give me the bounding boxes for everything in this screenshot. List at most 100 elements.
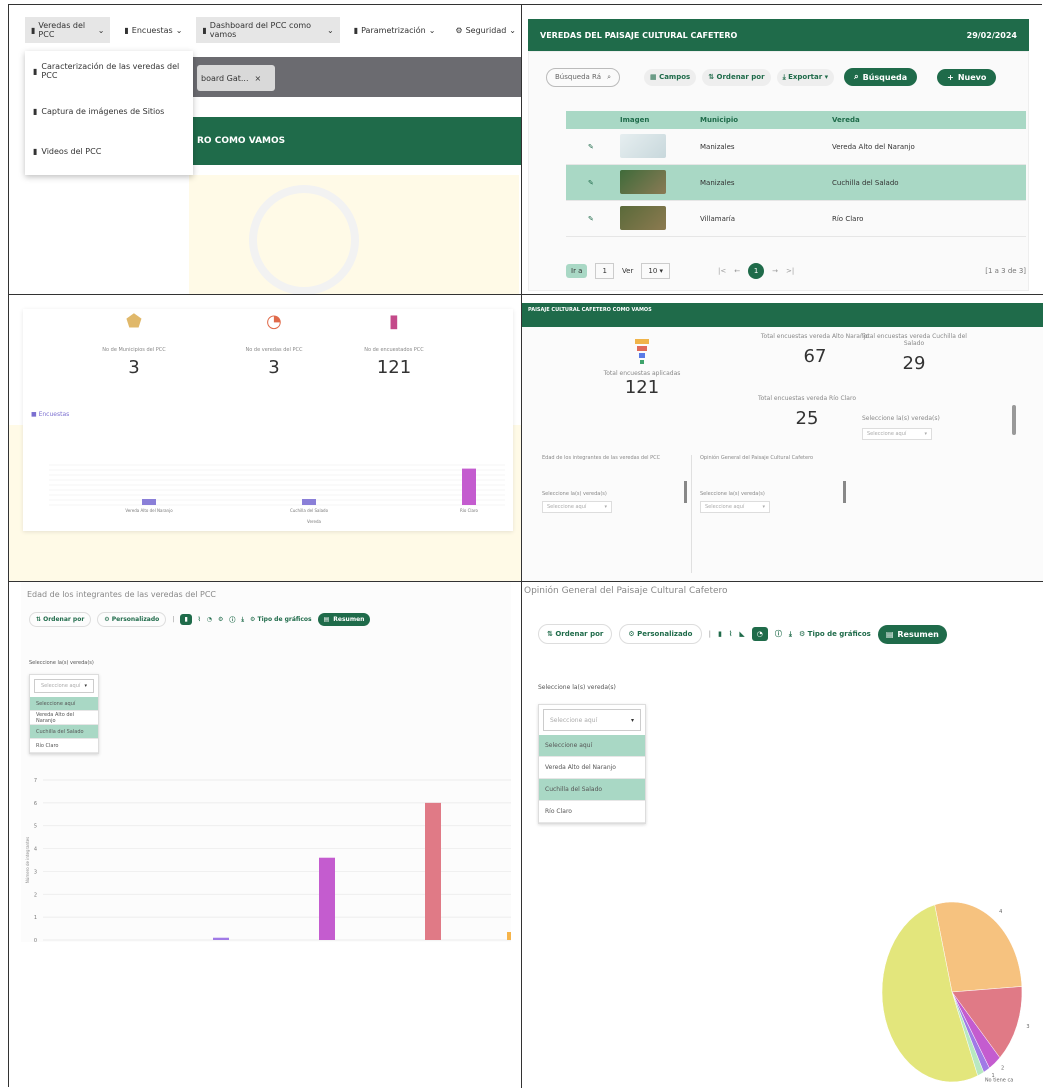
sort-button[interactable]: ⇅ Ordenar por — [29, 612, 92, 627]
chevron-down-icon: ▾ — [604, 504, 607, 510]
pie-chart-icon[interactable]: ◔ — [751, 627, 768, 641]
kpi-value: 121 — [376, 357, 412, 378]
export-button[interactable]: ⤓ Exportar ▾ — [776, 68, 835, 86]
y-tick-label: 7 — [34, 778, 37, 784]
veredas-table: Imagen Municipio Vereda ✎ Manizales Vereda… — [566, 111, 1026, 237]
page-range: [1 a 3 de 3] — [985, 267, 1026, 275]
bar-chart-icon[interactable]: ▮ — [718, 630, 722, 638]
settings-icon[interactable]: ⚙ — [218, 616, 223, 623]
kpi-value: 3 — [128, 357, 140, 378]
download-icon[interactable]: ⤓ — [789, 630, 792, 639]
table-row[interactable]: ✎ Manizales Cuchilla del Salado — [566, 165, 1026, 201]
edit-icon[interactable]: ✎ — [566, 215, 620, 223]
page-size-select[interactable]: 10 ▾ — [641, 263, 671, 279]
scrollbar[interactable] — [1012, 405, 1016, 435]
nav-menu-item[interactable]: ▮ Veredas del PCC ⌄ — [25, 17, 111, 43]
dropdown-option[interactable]: Río Claro — [539, 801, 645, 823]
current-page[interactable]: 1 — [748, 263, 765, 279]
cell-vereda: Río Claro — [832, 214, 864, 223]
new-button[interactable]: + Nuevo — [937, 68, 997, 86]
dropdown-option[interactable]: Vereda Alto del Naranjo — [30, 711, 98, 725]
nav-menu-item[interactable]: ▮ Encuestas ⌄ — [118, 21, 189, 39]
kpi-value: 3 — [268, 357, 280, 378]
goto-page-input[interactable]: 1 — [595, 263, 614, 279]
edit-icon[interactable]: ✎ — [566, 179, 620, 187]
bar-chart-icon[interactable]: ▮ — [180, 614, 192, 625]
row-thumbnail[interactable] — [620, 169, 700, 196]
widget-edad-select[interactable]: Seleccione aquí ▾ — [542, 501, 612, 513]
area-chart-icon[interactable]: ◣ — [739, 630, 744, 638]
nav-menu-item[interactable]: ⚙ Seguridad ⌄ — [449, 21, 521, 39]
kpi-label: No de veredas del PCC — [245, 347, 303, 353]
panel-kpi-encuestas: ⬟ No de Municipios del PCC 3 ◔ No de veredas… — [9, 295, 522, 582]
select-input[interactable]: Seleccione aquí ▾ — [543, 709, 641, 731]
tab-dashboard[interactable]: board Gat... × — [197, 65, 275, 91]
bar[interactable] — [462, 468, 476, 505]
pie-chart-icon[interactable]: ◔ — [207, 616, 212, 623]
vereda-dropdown[interactable]: Seleccione aquí ▾ Seleccione aquí Vereda Al… — [538, 704, 646, 824]
dropdown-menu-item[interactable]: ▮ Captura de imágenes de Sitios — [25, 91, 193, 131]
dropdown-option[interactable]: Río Claro — [30, 739, 98, 753]
screenshot-collage: ▮ Veredas del PCC ⌄ ▮ Encuestas ⌄ ▮ Dashboard d… — [8, 4, 1043, 1088]
column-vereda: Vereda — [832, 116, 860, 124]
dropdown-option[interactable]: Cuchilla del Salado — [539, 779, 645, 801]
line-chart-icon[interactable]: ⌇ — [729, 630, 732, 638]
next-page-icon[interactable]: → — [772, 267, 778, 275]
info-icon[interactable]: ⓘ — [229, 615, 235, 624]
custom-label: Personalizado — [111, 616, 160, 623]
edit-icon[interactable]: ✎ — [566, 143, 620, 151]
header-date: 29/02/2024 — [966, 30, 1017, 40]
quick-search-input[interactable]: Búsqueda Rá ⌕ — [546, 67, 620, 87]
line-chart-icon[interactable]: ⌇ — [198, 616, 201, 623]
select-input[interactable]: Seleccione aquí ▾ — [34, 679, 94, 693]
custom-button[interactable]: ⚙ Personalizado — [619, 624, 702, 644]
widget-opinion-select[interactable]: Seleccione aquí ▾ — [700, 501, 770, 513]
last-page-icon[interactable]: >| — [786, 267, 794, 275]
sort-button[interactable]: ⇅ Ordenar por — [702, 68, 771, 86]
summary-button[interactable]: ▤ Resumen — [317, 613, 371, 626]
scrollbar[interactable] — [843, 481, 846, 503]
fields-button[interactable]: ▦ Campos — [644, 68, 697, 86]
bar[interactable] — [213, 937, 229, 940]
row-thumbnail[interactable] — [620, 133, 700, 160]
vereda-select[interactable]: Seleccione aquí ▾ — [862, 428, 932, 440]
bar[interactable] — [142, 499, 156, 505]
dashboard-header: PAISAJE CULTURAL CAFETERO COMO VAMOS — [522, 303, 1043, 327]
nav-menu-item[interactable]: ▮ Dashboard del PCC como vamos ⌄ — [196, 17, 340, 43]
vereda-dropdown[interactable]: Seleccione aquí ▾ Seleccione aquí Vereda Al… — [29, 674, 99, 754]
dropdown-option[interactable]: Cuchilla del Salado — [30, 725, 98, 739]
chart-type-label: Tipo de gráficos — [257, 616, 312, 623]
chevron-down-icon: ⌄ — [326, 25, 334, 35]
legend-label: Encuestas — [38, 411, 70, 418]
dropdown-option[interactable]: Seleccione aquí — [30, 697, 98, 711]
dropdown-option[interactable]: Vereda Alto del Naranjo — [539, 757, 645, 779]
first-page-icon[interactable]: |< — [718, 267, 726, 275]
option-label: Vereda Alto del Naranjo — [36, 711, 75, 724]
custom-button[interactable]: ⚙ Personalizado — [97, 612, 167, 627]
info-icon[interactable]: ⓘ — [775, 629, 782, 639]
bar[interactable] — [319, 857, 335, 940]
sort-button[interactable]: ⇅ Ordenar por — [538, 624, 613, 644]
chart-type-button[interactable]: ⚙ Tipo de gráficos — [799, 630, 871, 638]
row-thumbnail[interactable] — [620, 205, 700, 232]
prev-page-icon[interactable]: ← — [734, 267, 740, 275]
chart-type-button[interactable]: ⚙ Tipo de gráficos — [250, 616, 312, 623]
dropdown-item-label: Caracterización de las veredas del PCC — [41, 62, 180, 80]
nav-menu-label: Parametrización — [361, 25, 426, 35]
scrollbar[interactable] — [684, 481, 687, 503]
option-label: Cuchilla del Salado — [545, 786, 603, 793]
new-label: Nuevo — [957, 72, 987, 82]
table-row[interactable]: ✎ Manizales Vereda Alto del Naranjo — [566, 129, 1026, 165]
tab-bar: board Gat... × — [189, 57, 521, 97]
nav-menu-item[interactable]: ▮ Parametrización ⌄ — [347, 21, 442, 39]
summary-button[interactable]: ▤ Resumen — [877, 624, 947, 644]
dropdown-menu-item[interactable]: ▮ Caracterización de las veredas del PCC — [25, 51, 193, 91]
dropdown-option[interactable]: Seleccione aquí — [539, 735, 645, 757]
bar[interactable] — [302, 499, 316, 505]
search-button[interactable]: ⌕ Búsqueda — [844, 68, 918, 86]
table-row[interactable]: ✎ Villamaría Río Claro — [566, 201, 1026, 237]
bar[interactable] — [425, 802, 441, 940]
close-icon[interactable]: × — [255, 74, 262, 83]
dropdown-menu-item[interactable]: ▮ Videos del PCC — [25, 131, 193, 171]
download-icon[interactable]: ⤓ — [241, 616, 244, 624]
